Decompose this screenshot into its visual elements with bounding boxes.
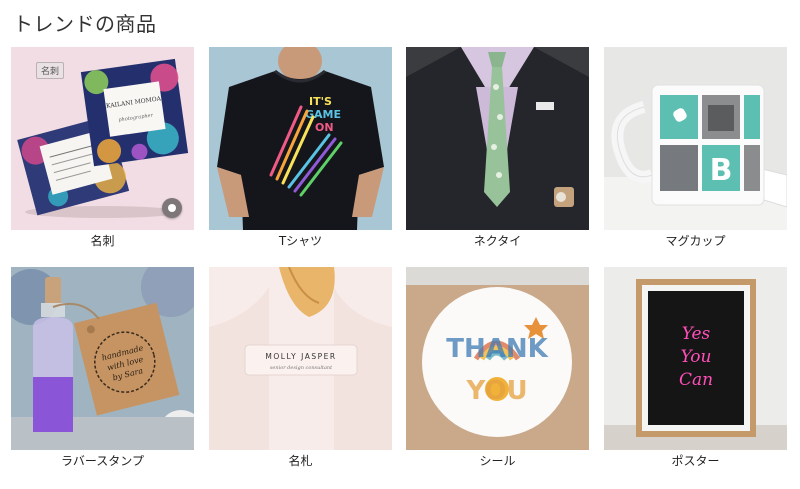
sticker-text-2: YOU	[465, 376, 527, 406]
product-tile-mug[interactable]: B マグカップ	[604, 47, 787, 248]
product-tile-rubber-stamp[interactable]: handmade with love by Sara ラバースタンプ	[11, 267, 194, 468]
color-option-icon[interactable]	[162, 198, 182, 218]
mug-image[interactable]: B	[604, 47, 787, 230]
business-card-image[interactable]: KAILANI MOMOA photographer 名刺	[11, 47, 194, 230]
product-label[interactable]: 名刺	[11, 232, 194, 249]
category-badge: 名刺	[36, 62, 65, 79]
poster-text-3: Can	[679, 370, 713, 390]
tag-name-text: MOLLY JASPER	[265, 352, 336, 361]
product-label[interactable]: ラバースタンプ	[11, 452, 194, 469]
poster-text-1: Yes	[682, 324, 711, 344]
product-label[interactable]: 名札	[209, 452, 392, 469]
sticker-text-1: THANK	[446, 334, 548, 364]
product-label[interactable]: ポスター	[604, 452, 787, 469]
product-grid: KAILANI MOMOA photographer 名刺 名刺 IT'S GA…	[0, 0, 800, 489]
product-tile-poster[interactable]: Yes You Can ポスター	[604, 267, 787, 468]
tag-title-text: senior design consultant	[270, 365, 333, 371]
necktie-image[interactable]	[406, 47, 589, 230]
t-shirt-image[interactable]: IT'S GAME ON	[209, 47, 392, 230]
shirt-text-3: ON	[315, 121, 334, 134]
name-tag-image[interactable]: MOLLY JASPER senior design consultant	[209, 267, 392, 450]
product-tile-name-tag[interactable]: MOLLY JASPER senior design consultant 名札	[209, 267, 392, 468]
poster-text-2: You	[681, 347, 712, 367]
mug-letter: B	[710, 153, 733, 188]
poster-image[interactable]: Yes You Can	[604, 267, 787, 450]
sticker-image[interactable]: THANK YOU	[406, 267, 589, 450]
product-label[interactable]: シール	[406, 452, 589, 469]
rubber-stamp-image[interactable]: handmade with love by Sara	[11, 267, 194, 450]
product-tile-sticker[interactable]: THANK YOU シール	[406, 267, 589, 468]
product-label[interactable]: マグカップ	[604, 232, 787, 249]
shirt-text-1: IT'S	[309, 95, 332, 108]
product-tile-necktie[interactable]: ネクタイ	[406, 47, 589, 248]
product-tile-business-card[interactable]: KAILANI MOMOA photographer 名刺 名刺	[11, 47, 194, 248]
product-label[interactable]: ネクタイ	[406, 232, 589, 249]
product-tile-t-shirt[interactable]: IT'S GAME ON Tシャツ	[209, 47, 392, 248]
product-label[interactable]: Tシャツ	[209, 232, 392, 249]
shirt-text-2: GAME	[305, 108, 341, 121]
